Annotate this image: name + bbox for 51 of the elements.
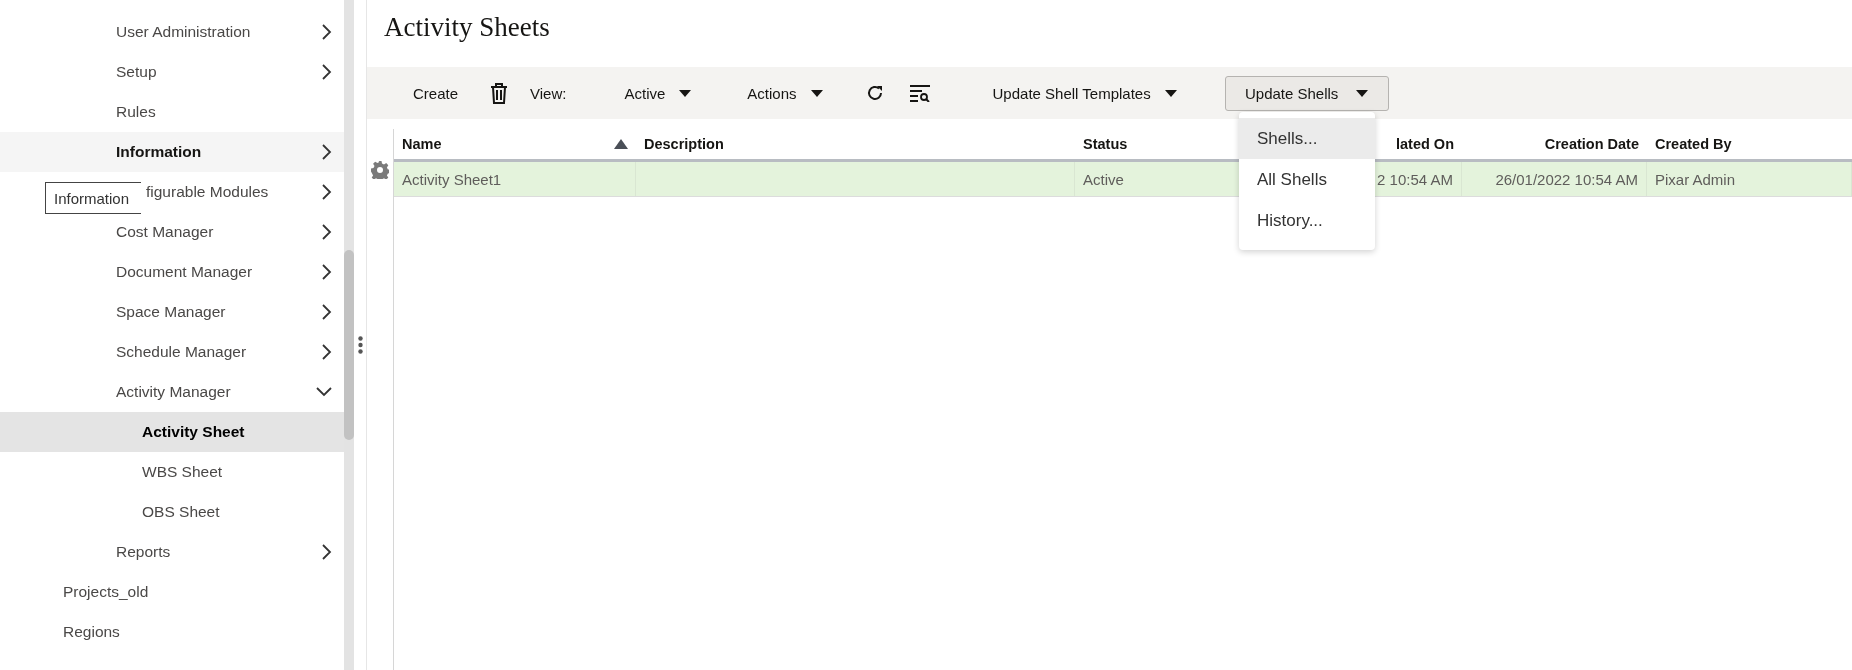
page-title: Activity Sheets (383, 11, 551, 44)
sidebar-item[interactable]: Rules (116, 103, 156, 121)
column-header[interactable]: Name (394, 129, 636, 159)
sidebar-item[interactable]: figurable Modules (146, 183, 269, 201)
chevron-right-icon[interactable] (322, 264, 332, 280)
sidebar-item[interactable]: Setup (116, 63, 157, 81)
tooltip: Information (45, 182, 141, 214)
gear-icon[interactable] (371, 161, 389, 179)
caret-icon (1164, 89, 1177, 97)
caret-icon (679, 89, 692, 97)
table-cell: Activity Sheet1 (394, 162, 636, 196)
sidebar-item[interactable]: Schedule Manager (116, 343, 247, 361)
scrollbar[interactable] (344, 0, 354, 670)
table-cell: Pixar Admin (1647, 162, 1852, 196)
chevron-down-icon[interactable] (316, 387, 332, 397)
sidebar-item[interactable]: Regions (63, 623, 120, 641)
sidebar-item[interactable]: Space Manager (116, 303, 226, 321)
chevron-right-icon[interactable] (322, 184, 332, 200)
chevron-right-icon[interactable] (322, 24, 332, 40)
caret-icon (810, 89, 823, 97)
view-label: View: (530, 84, 567, 102)
sidebar-item[interactable]: Activity Sheet (142, 423, 245, 441)
sidebar-item[interactable]: Projects_old (63, 583, 149, 601)
caret-icon (1356, 89, 1369, 97)
column-header[interactable]: Creation Date (1462, 129, 1647, 159)
chevron-right-icon[interactable] (322, 544, 332, 560)
menu-button[interactable]: Update Shells (1224, 75, 1389, 111)
menu-item[interactable]: All Shells (1239, 159, 1375, 200)
menu-item[interactable]: Shells... (1239, 118, 1375, 159)
chevron-right-icon[interactable] (322, 304, 332, 320)
column-header[interactable]: Created By (1647, 129, 1852, 159)
sidebar-item[interactable]: User Administration (116, 23, 251, 41)
column-header[interactable]: Description (636, 129, 1075, 159)
drag-handle-icon[interactable] (357, 336, 363, 354)
chevron-right-icon[interactable] (322, 224, 332, 240)
sidebar-item[interactable]: OBS Sheet (142, 503, 220, 521)
sidebar-item[interactable]: Information (116, 143, 202, 161)
table-cell: 26/01/2022 10:54 AM (1462, 162, 1647, 196)
menu-item[interactable]: History... (1239, 200, 1375, 241)
chevron-right-icon[interactable] (322, 344, 332, 360)
chevron-right-icon[interactable] (322, 64, 332, 80)
menu-button[interactable]: Active (616, 78, 700, 108)
menu-button[interactable]: Update Shell Templates (984, 78, 1185, 108)
create-button[interactable]: Create (405, 78, 467, 108)
sidebar-item[interactable]: Document Manager (116, 263, 253, 281)
sidebar-item[interactable]: Reports (116, 543, 171, 561)
chevron-right-icon[interactable] (322, 144, 332, 160)
sidebar-item[interactable]: WBS Sheet (142, 463, 223, 481)
sidebar-item[interactable]: Cost Manager (116, 223, 214, 241)
menu-button[interactable]: Actions (739, 78, 831, 108)
sidebar-item[interactable]: Activity Manager (116, 383, 231, 401)
